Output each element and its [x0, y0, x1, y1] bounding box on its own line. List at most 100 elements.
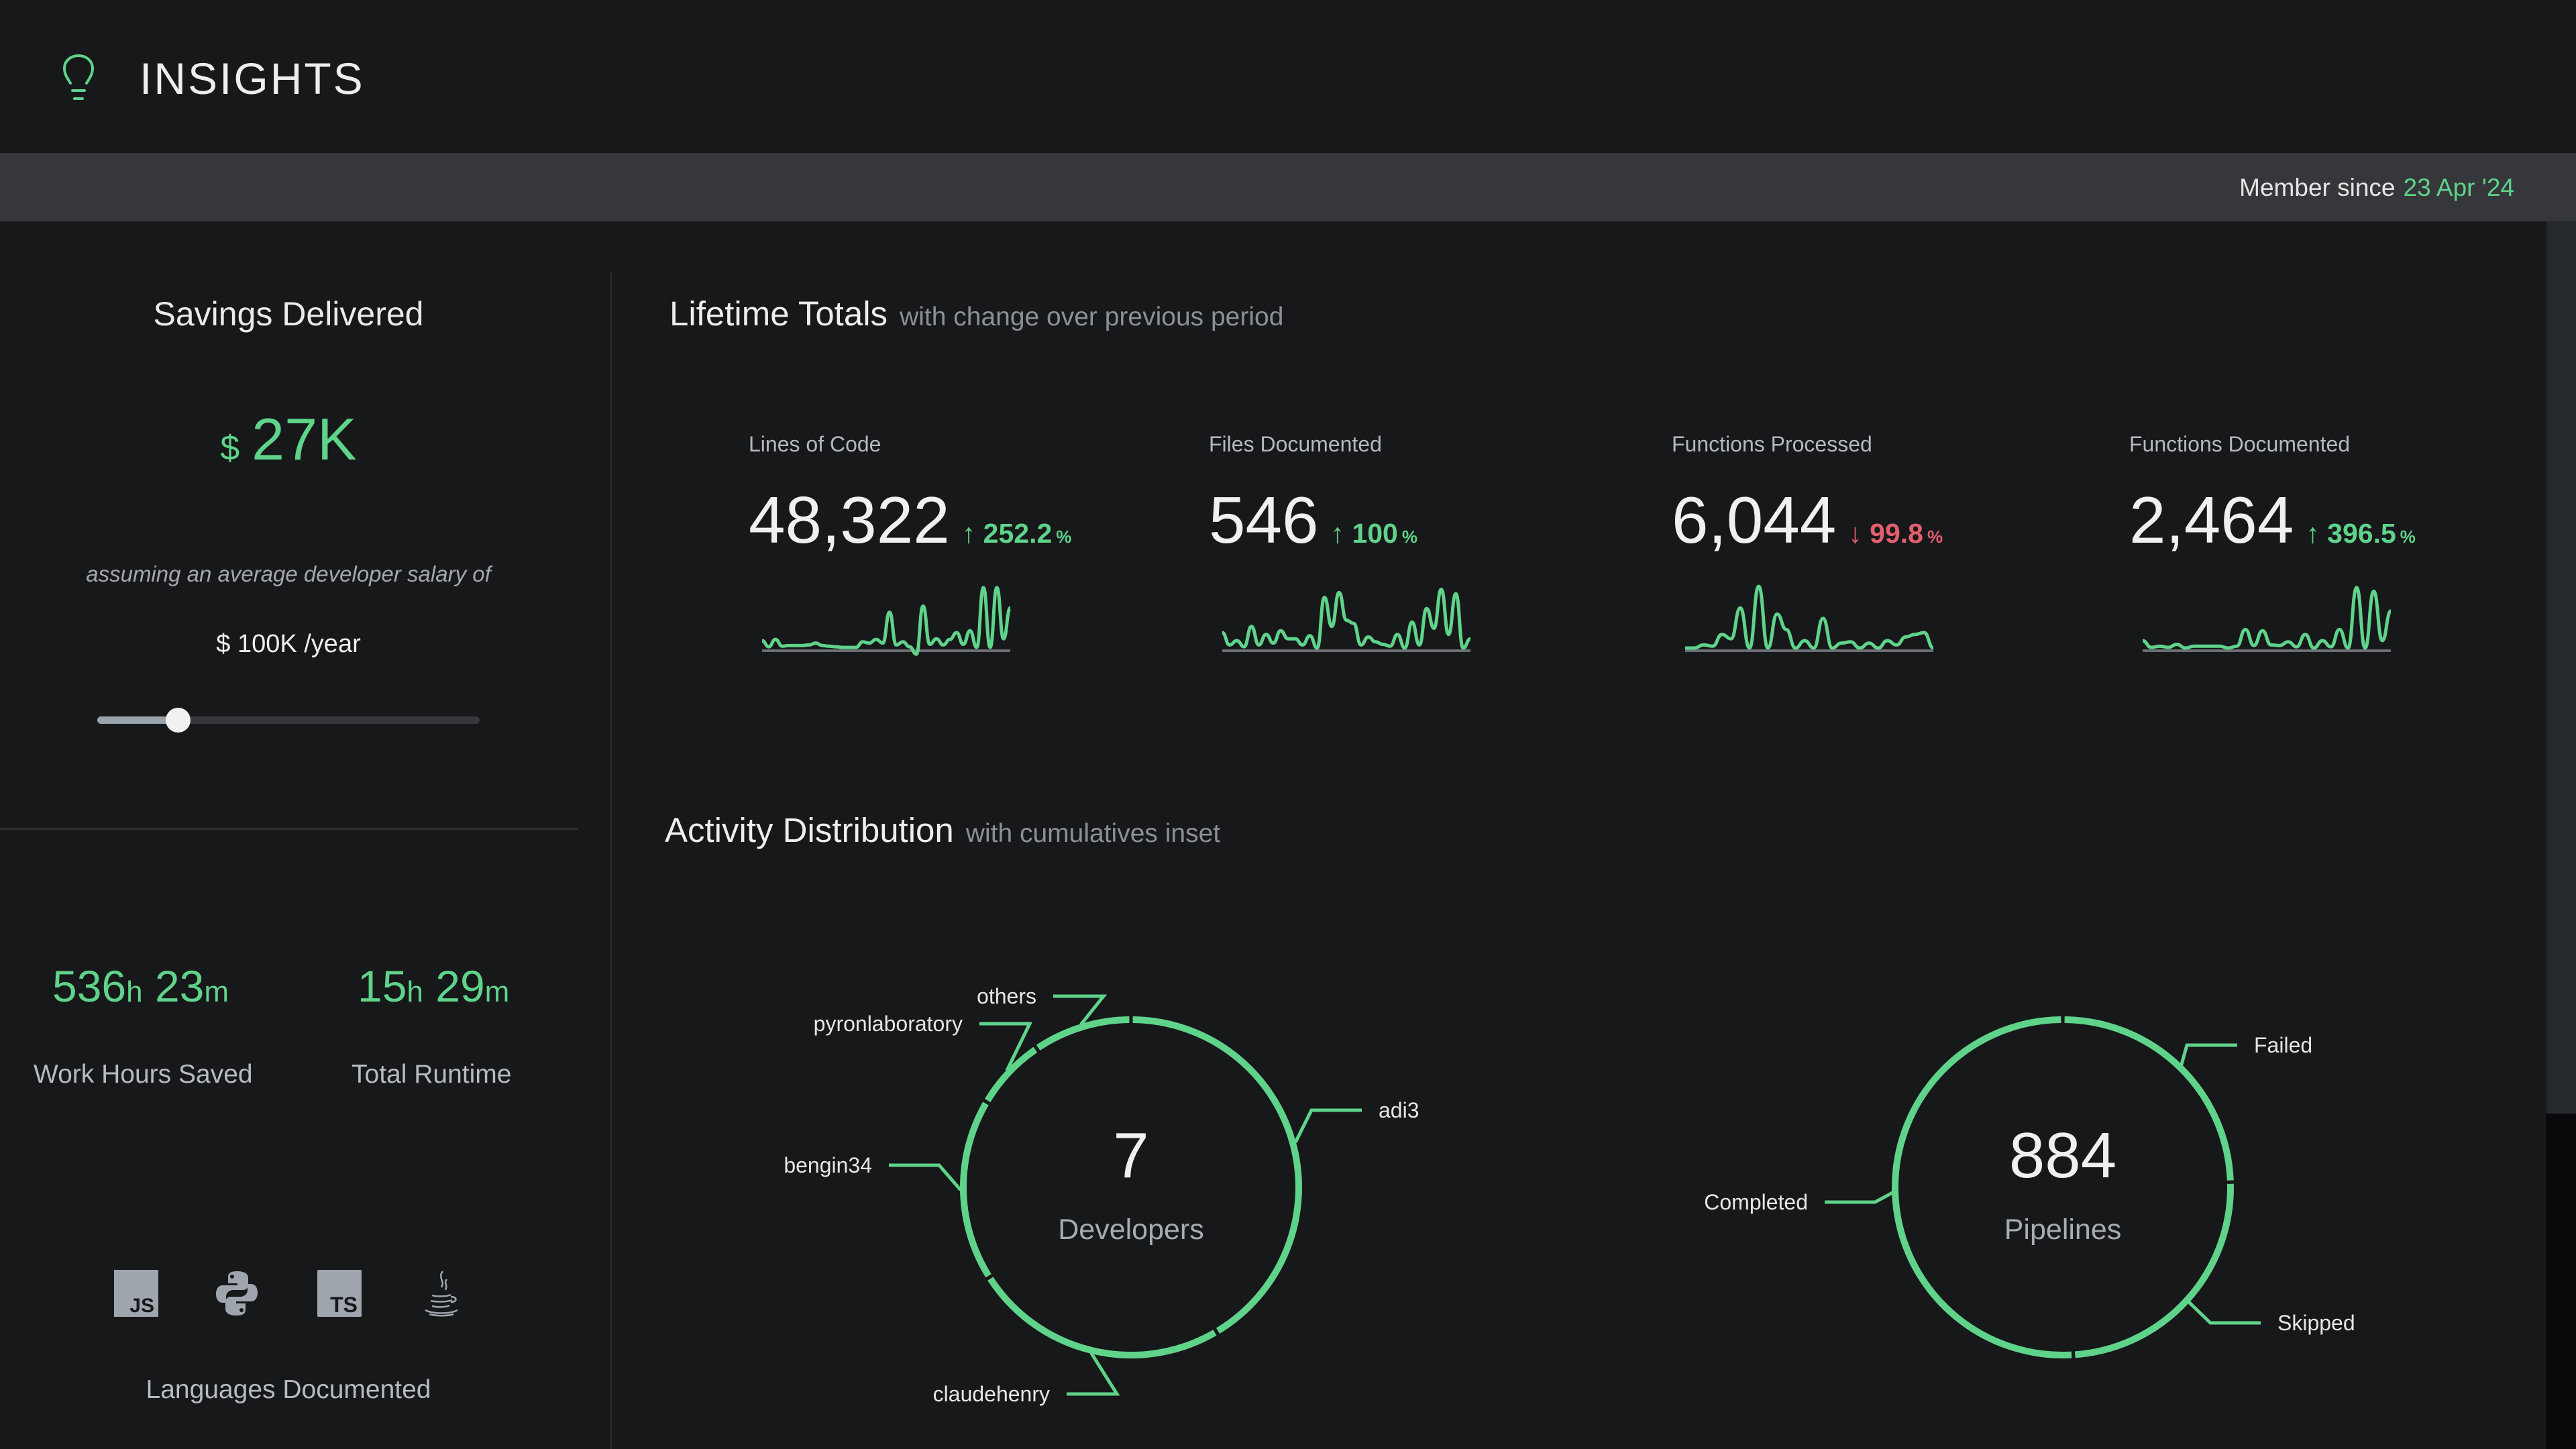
stat-card-files-documented: Files Documented 546 ↑ 100% — [1209, 416, 1652, 657]
change-unit: % — [1401, 527, 1417, 547]
python-icon — [216, 1271, 258, 1316]
donut-segment-pyronlaboratory[interactable] — [984, 1046, 1038, 1103]
sparkline-path — [1684, 584, 1934, 650]
member-since: Member since 23 Apr '24 — [2239, 173, 2514, 203]
donut-center-label: Pipelines — [2004, 1214, 2122, 1246]
page-title: INSIGHTS — [140, 54, 365, 103]
developers-donut: 7 Developers adi3 claudehenry bengin34 pyro… — [784, 984, 1419, 1406]
donut-center-value: 884 — [2009, 1120, 2116, 1191]
change-value: 396.5 — [2327, 518, 2396, 549]
change-value: 100 — [1352, 518, 1398, 549]
scrollbar-thumb[interactable] — [2546, 221, 2576, 1114]
work-hours-saved-value: 536h 23m — [52, 959, 229, 1019]
change-value: 252.2 — [983, 518, 1053, 549]
stat-value: 2,464 — [2129, 483, 2294, 557]
donut-center-value: 7 — [1113, 1120, 1148, 1191]
salary-slider-handle[interactable] — [165, 708, 191, 733]
panel-divider — [610, 273, 612, 1449]
callout-line — [1293, 1108, 1362, 1144]
donut-segment-bengin34[interactable] — [960, 1102, 991, 1278]
member-bar — [0, 153, 2576, 221]
savings-value: $27K — [0, 402, 577, 494]
sparkline-path — [761, 586, 1012, 656]
stat-label: Lines of Code — [749, 432, 881, 456]
work-hours-saved-label: Work Hours Saved — [34, 1060, 253, 1089]
stat-value: 546 — [1209, 483, 1319, 557]
callout-line — [1825, 1191, 1894, 1204]
sparkline — [761, 586, 1012, 656]
stat-change: ↓ 99.8% — [1848, 518, 1943, 549]
stat-card-functions-documented: Functions Documented 2,464 ↑ 396.5% — [2129, 416, 2572, 657]
minutes-unit: m — [484, 975, 510, 1008]
member-since-date: 23 Apr '24 — [2403, 174, 2514, 201]
minutes-number: 23 — [154, 961, 205, 1011]
hours-unit: h — [126, 975, 143, 1008]
hours-number: 15 — [358, 961, 407, 1011]
change-value: 99.8 — [1870, 518, 1923, 549]
callout-line — [2188, 1301, 2261, 1325]
stat-label: Functions Processed — [1672, 432, 1872, 456]
donut-segment-claudehenry[interactable] — [987, 1277, 1217, 1359]
arrow-up-icon: ↑ — [961, 518, 976, 549]
stat-value: 48,322 — [749, 483, 950, 557]
stat-value-row: 6,044 ↓ 99.8% — [1672, 480, 1943, 577]
callout-label: adi3 — [1379, 1098, 1419, 1122]
stat-value-row: 48,322 ↑ 252.2% — [749, 480, 1071, 577]
stat-value-row: 546 ↑ 100% — [1209, 480, 1417, 577]
savings-amount: 27K — [252, 406, 357, 472]
section-subtitle: with change over previous period — [900, 303, 1284, 331]
total-runtime-label: Total Runtime — [352, 1060, 512, 1089]
arrow-up-icon: ↑ — [2306, 518, 2320, 549]
pipelines-donut: 884 Pipelines Failed Skipped Completed — [1704, 1016, 2355, 1358]
java-icon — [425, 1271, 458, 1317]
callout-line — [889, 1163, 962, 1191]
donut-center-label: Developers — [1058, 1214, 1204, 1246]
lifetime-totals-heading: Lifetime Totals with change over previous… — [669, 294, 1283, 337]
sparkline — [2142, 586, 2393, 652]
section-title: Lifetime Totals — [669, 294, 888, 333]
stat-change: ↑ 252.2% — [962, 518, 1072, 549]
callout-label: bengin34 — [784, 1153, 872, 1177]
stat-change: ↑ 396.5% — [2306, 518, 2416, 549]
stat-card-functions-processed: Functions Processed 6,044 ↓ 99.8% — [1672, 416, 2114, 657]
typescript-icon: TS — [317, 1270, 362, 1317]
javascript-icon: JS — [114, 1270, 158, 1317]
callout-label: Failed — [2254, 1033, 2312, 1057]
minutes-number: 29 — [435, 961, 485, 1011]
stat-value-row: 2,464 ↑ 396.5% — [2129, 480, 2416, 577]
change-unit: % — [1927, 527, 1943, 547]
change-unit: % — [2400, 527, 2416, 547]
arrow-up-icon: ↑ — [1330, 518, 1345, 549]
donut-segment-skipped[interactable] — [2074, 1183, 2234, 1358]
callout-label: Skipped — [2277, 1311, 2355, 1335]
minutes-unit: m — [204, 975, 229, 1008]
hours-number: 536 — [52, 961, 127, 1011]
stat-value: 6,044 — [1672, 483, 1837, 557]
callout-label: claudehenry — [933, 1382, 1050, 1406]
change-unit: % — [1056, 527, 1072, 547]
app-header — [0, 0, 2576, 153]
donut-segment-adi3[interactable] — [1132, 1016, 1302, 1334]
stat-change: ↑ 100% — [1331, 518, 1417, 549]
svg-text:JS: JS — [129, 1295, 154, 1317]
section-subtitle: with cumulatives inset — [965, 819, 1221, 848]
salary-assumption: assuming an average developer salary of — [86, 561, 491, 586]
stat-label: Functions Documented — [2129, 432, 2351, 456]
donut-segment-others[interactable] — [1036, 1016, 1130, 1051]
sparkline — [1222, 588, 1471, 652]
callout-label: Completed — [1704, 1190, 1808, 1214]
lightbulb-icon — [62, 54, 95, 100]
callout-label: others — [977, 984, 1036, 1008]
languages-documented-label: Languages Documented — [146, 1375, 431, 1404]
sparkline — [1684, 584, 1934, 652]
sparkline-path — [1222, 588, 1471, 650]
stat-label: Files Documented — [1209, 432, 1382, 456]
callout-line — [2180, 1043, 2237, 1066]
activity-distribution-heading: Activity Distribution with cumulatives in… — [665, 810, 1220, 854]
callout-label: pyronlaboratory — [814, 1012, 963, 1036]
arrow-down-icon: ↓ — [1848, 518, 1862, 549]
total-runtime-value: 15h 29m — [358, 959, 509, 1019]
section-divider — [0, 828, 578, 830]
currency-symbol: $ — [220, 429, 240, 468]
section-title: Activity Distribution — [665, 811, 954, 849]
